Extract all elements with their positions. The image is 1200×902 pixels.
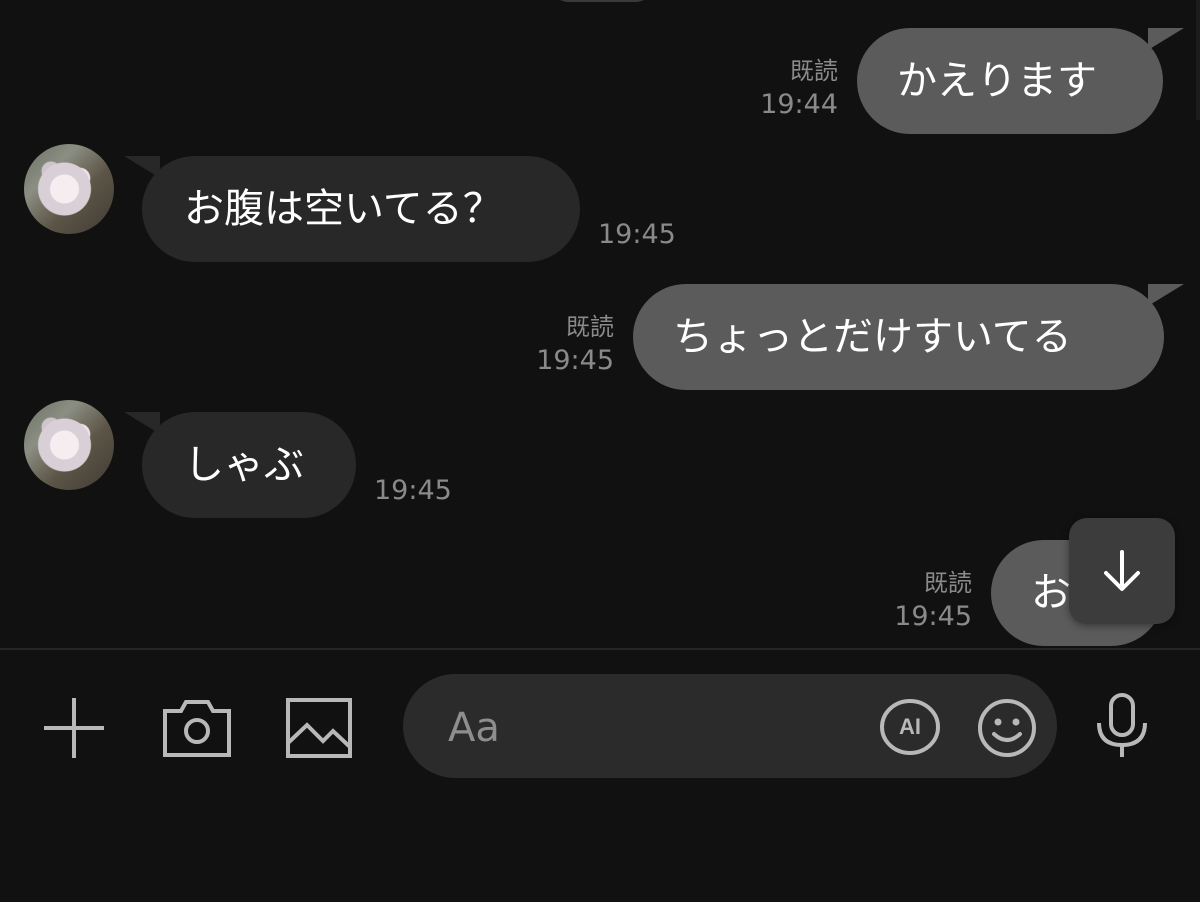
contact-avatar[interactable] (24, 144, 114, 234)
read-receipt: 既読 (790, 57, 838, 85)
message-time: 19:45 (374, 475, 452, 506)
chat-scrollbar (1196, 0, 1200, 120)
voice-input-button[interactable] (1094, 692, 1150, 760)
received-message-bubble[interactable]: しゃぶ (142, 412, 356, 518)
message-time: 19:44 (760, 89, 838, 120)
sent-message-bubble[interactable]: ちょっとだけすいてる (633, 284, 1164, 390)
message-text: かえります (897, 58, 1097, 104)
message-meta: 既読 19:45 (860, 566, 972, 634)
message-input-placeholder: Aa (448, 705, 500, 751)
received-message-bubble[interactable]: お腹は空いてる？ (142, 156, 580, 262)
read-receipt: 既読 (566, 313, 614, 341)
message-text: お腹は空いてる？ (184, 186, 503, 232)
emoji-icon (978, 699, 1036, 757)
ai-label: AI (899, 714, 921, 739)
scroll-to-bottom-button[interactable] (1069, 518, 1175, 624)
previous-message-bubble (552, 0, 652, 2)
bubble-tail (1148, 284, 1184, 306)
camera-button[interactable] (160, 696, 234, 760)
sent-message-bubble[interactable]: かえります (857, 28, 1163, 134)
arrow-down-icon (1104, 550, 1140, 591)
message-text: ちょっとだけすいてる (673, 314, 1072, 360)
emoji-button[interactable] (976, 697, 1038, 759)
message-meta: 既読 19:45 (500, 310, 614, 378)
chat-history[interactable]: 既読 19:44 かえります お腹は空いてる？ 19:45 既読 19:45 ち… (0, 0, 1200, 648)
message-input[interactable] (403, 674, 1057, 778)
camera-icon (163, 700, 231, 757)
gallery-button[interactable] (284, 696, 354, 760)
message-time: 19:45 (598, 219, 676, 250)
image-icon (286, 698, 352, 758)
message-meta: 既読 19:44 (730, 54, 838, 122)
contact-avatar[interactable] (24, 400, 114, 490)
message-time: 19:45 (894, 601, 972, 632)
microphone-icon (1097, 693, 1147, 757)
read-receipt: 既読 (924, 569, 972, 597)
plus-icon (44, 698, 104, 758)
message-text: しゃぶ (184, 442, 304, 488)
message-text: お (1031, 570, 1071, 616)
ai-button[interactable]: AI (878, 697, 942, 757)
message-time: 19:45 (536, 345, 614, 376)
bubble-tail (1148, 28, 1184, 50)
add-attachment-button[interactable] (40, 694, 108, 762)
